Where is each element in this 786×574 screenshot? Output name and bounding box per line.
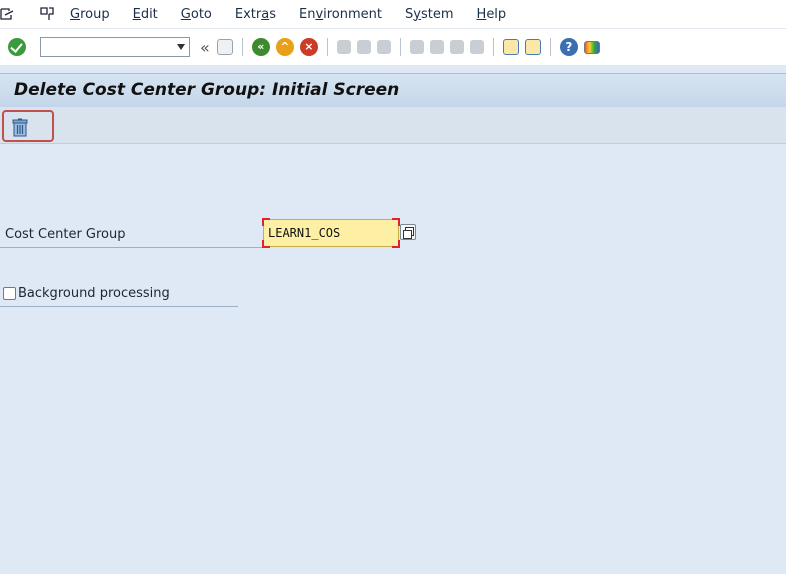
exit-icon[interactable] <box>275 38 294 56</box>
customize-layout-icon[interactable] <box>583 40 600 54</box>
label-underline <box>0 247 262 248</box>
next-page-icon[interactable] <box>449 40 464 54</box>
last-page-icon[interactable] <box>469 40 484 54</box>
required-marker <box>392 218 400 226</box>
required-marker <box>262 240 270 248</box>
toolbar-separator <box>549 38 551 56</box>
help-icon[interactable] <box>559 38 578 56</box>
background-processing-label: Background processing <box>18 286 170 301</box>
background-processing-checkbox[interactable] <box>3 287 16 300</box>
cancel-icon[interactable] <box>299 38 318 56</box>
standard-toolbar: « <box>0 28 786 65</box>
title-bar: Delete Cost Center Group: Initial Screen <box>0 73 786 108</box>
value-help-icon[interactable] <box>400 224 416 240</box>
required-marker <box>262 218 270 226</box>
label-underline <box>0 306 238 307</box>
menu-edit[interactable]: Edit <box>133 7 158 22</box>
menu-help[interactable]: Help <box>477 7 507 22</box>
print-icon[interactable] <box>336 40 351 54</box>
save-icon[interactable] <box>216 39 233 55</box>
trash-icon <box>12 118 28 137</box>
menu-goto[interactable]: Goto <box>181 7 212 22</box>
previous-page-icon[interactable] <box>429 40 444 54</box>
back-icon[interactable] <box>251 38 270 56</box>
menu-icon[interactable] <box>40 6 56 22</box>
menu-environment[interactable]: Environment <box>299 7 382 22</box>
delete-button[interactable] <box>2 110 54 142</box>
find-next-icon[interactable] <box>376 40 391 54</box>
system-menu-icon[interactable] <box>0 7 14 21</box>
cost-center-group-label: Cost Center Group <box>5 227 126 242</box>
page-title: Delete Cost Center Group: Initial Screen <box>14 80 400 100</box>
shortcut-icon[interactable] <box>524 39 541 55</box>
menu-extras[interactable]: Extras <box>235 7 276 22</box>
collapse-icon[interactable]: « <box>200 38 210 57</box>
menu-bar: Group Edit Goto Extras Environment Syste… <box>0 0 786 28</box>
chevron-down-icon[interactable] <box>177 44 185 50</box>
toolbar-separator <box>399 38 401 56</box>
toolbar-separator <box>241 38 243 56</box>
first-page-icon[interactable] <box>409 40 424 54</box>
create-session-icon[interactable] <box>502 39 519 55</box>
enter-icon[interactable] <box>8 38 26 56</box>
cost-center-group-input[interactable]: LEARN1_COS <box>262 218 400 248</box>
toolbar-separator <box>492 38 494 56</box>
cost-center-group-value: LEARN1_COS <box>268 226 341 240</box>
menu-system[interactable]: System <box>405 7 454 22</box>
required-marker <box>392 240 400 248</box>
command-field[interactable] <box>40 37 190 57</box>
application-toolbar <box>0 107 786 144</box>
toolbar-separator <box>326 38 328 56</box>
find-icon[interactable] <box>356 40 371 54</box>
menu-group[interactable]: Group <box>70 7 110 22</box>
